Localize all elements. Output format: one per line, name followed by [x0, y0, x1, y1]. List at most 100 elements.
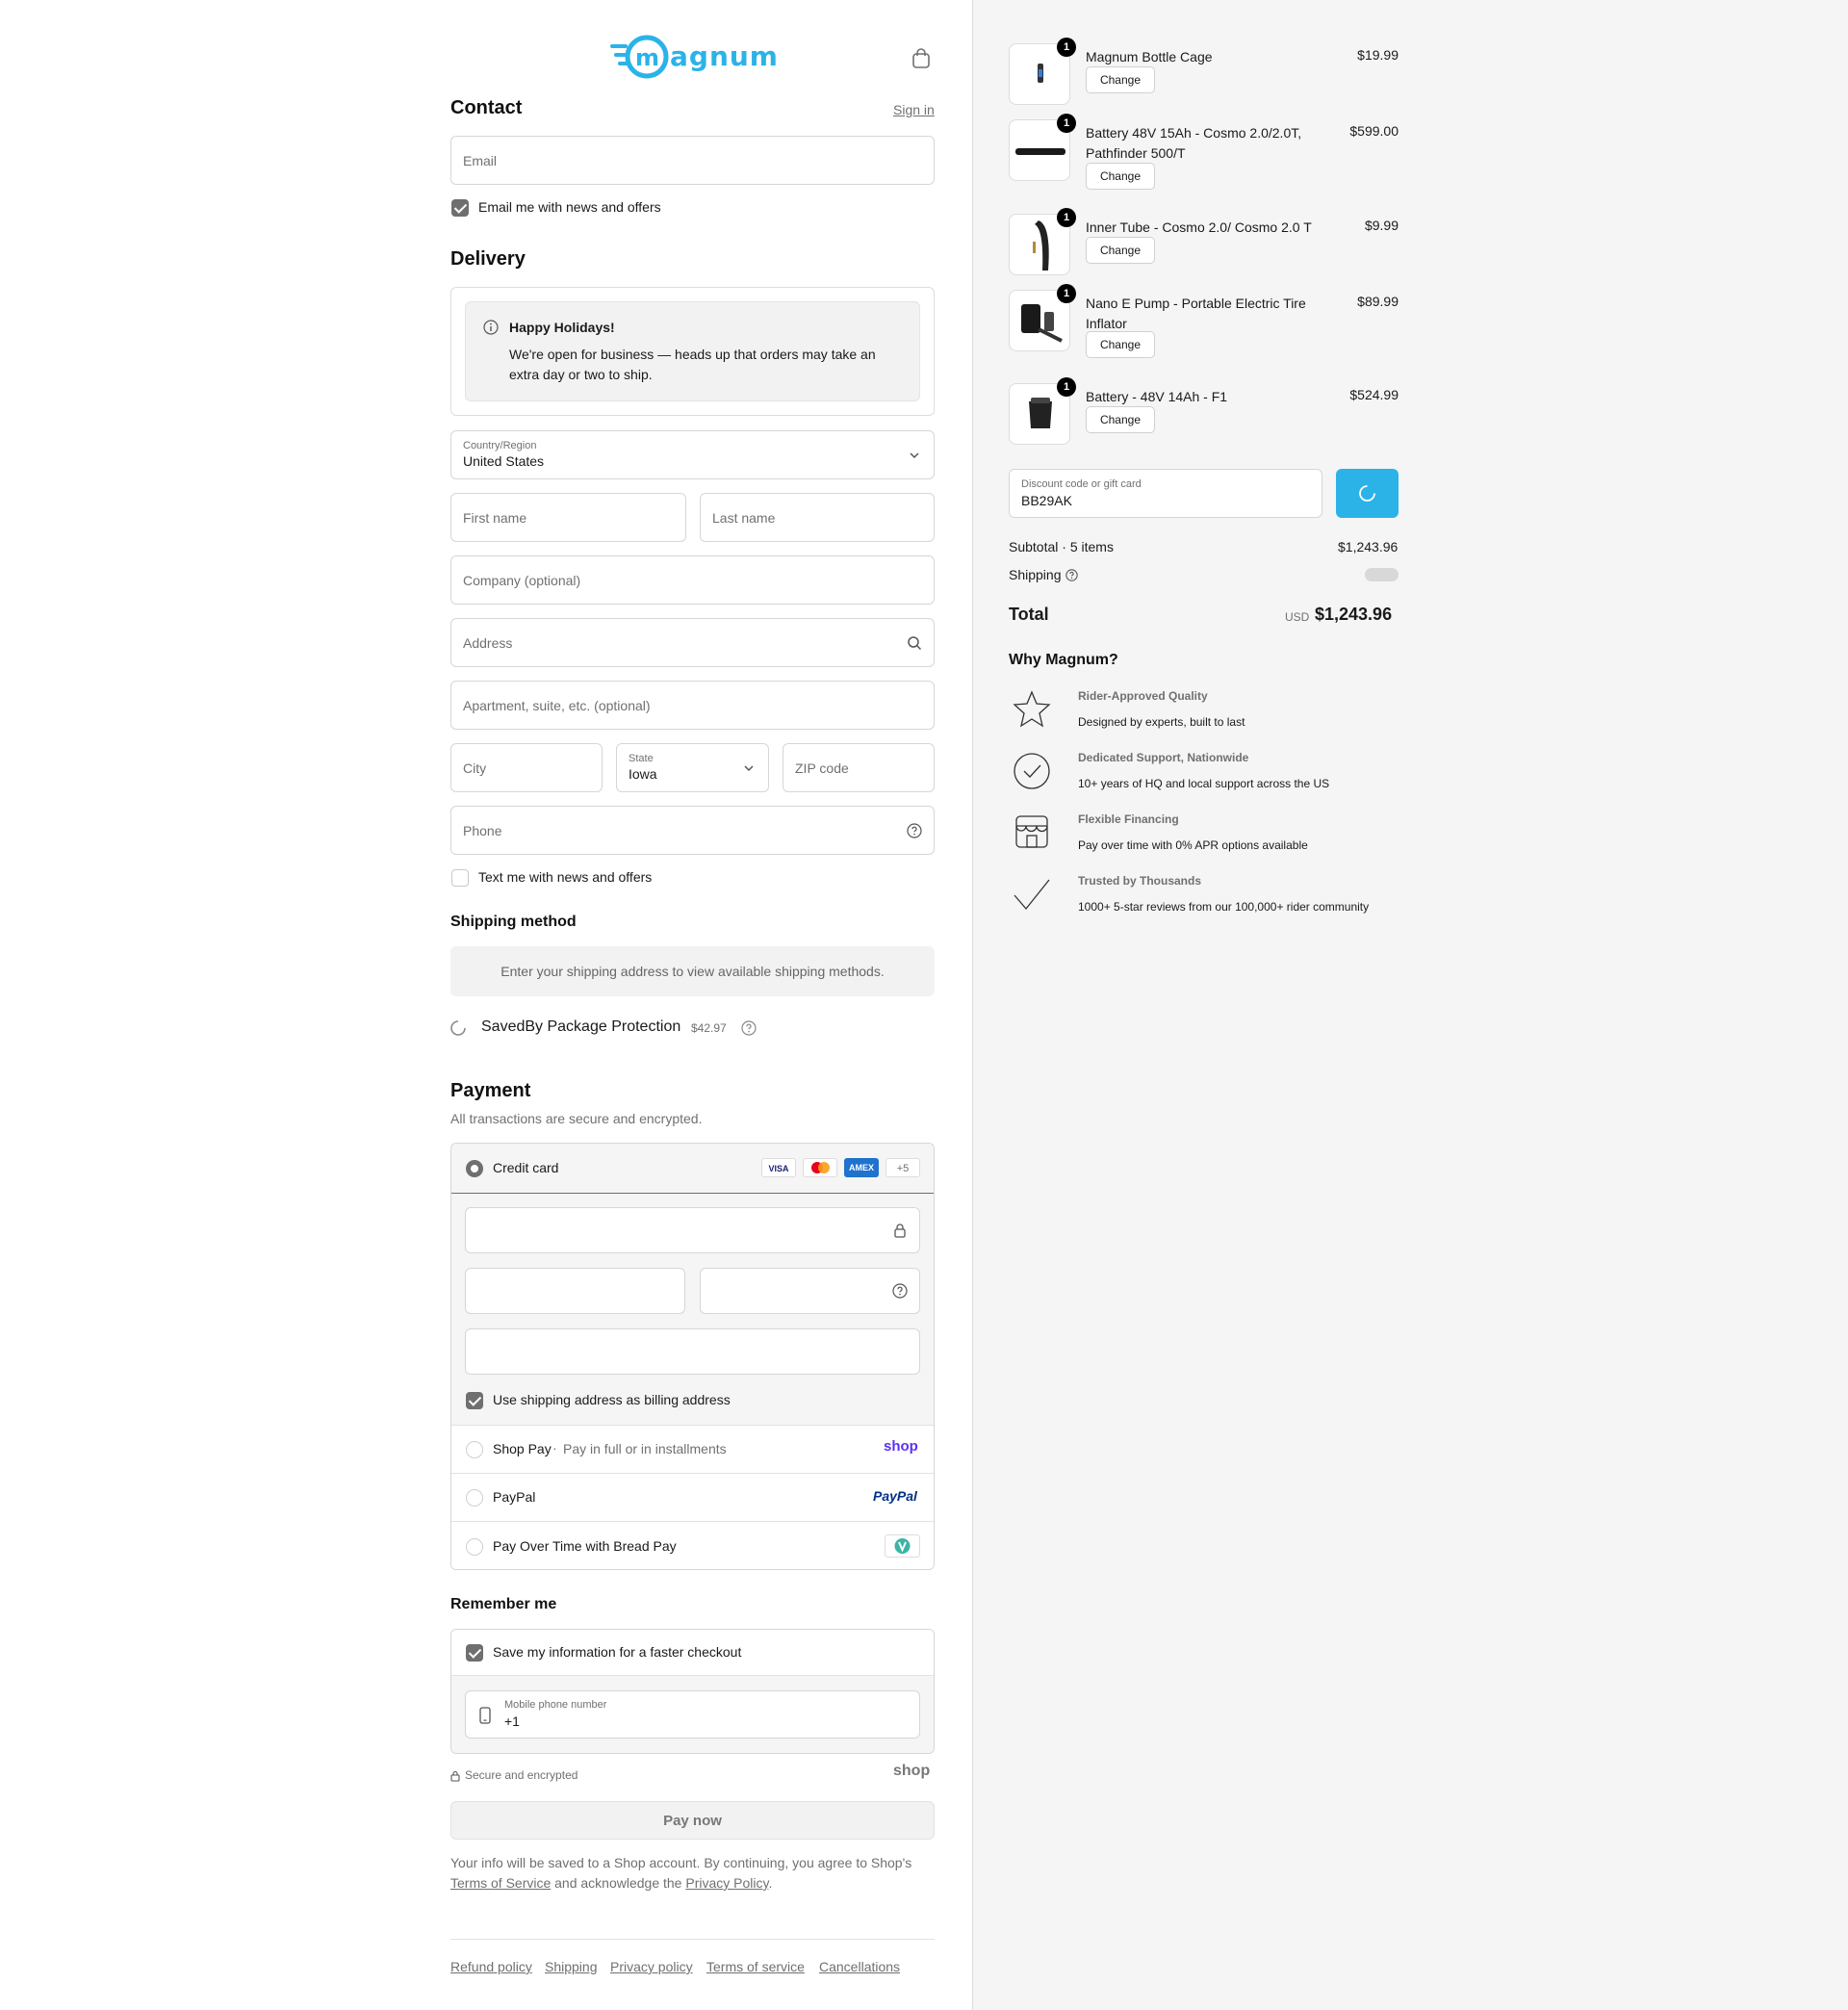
- help-icon[interactable]: [907, 822, 922, 838]
- privacy-policy-footer-link[interactable]: Privacy policy: [610, 1959, 693, 1974]
- save-info-label: Save my information for a faster checkou…: [493, 1644, 742, 1660]
- billing-address-checkbox[interactable]: [466, 1392, 483, 1409]
- mastercard-icon: [803, 1158, 837, 1177]
- text-news-checkbox[interactable]: [451, 869, 469, 887]
- credit-card-option[interactable]: Credit card VISA AMEX +5: [451, 1144, 934, 1194]
- cart-bag-icon[interactable]: [911, 48, 931, 69]
- check-icon: [1014, 879, 1050, 911]
- change-button[interactable]: Change: [1086, 163, 1155, 190]
- change-button[interactable]: Change: [1086, 406, 1155, 433]
- magnum-logo[interactable]: m agnum: [610, 33, 778, 83]
- refund-policy-link[interactable]: Refund policy: [450, 1959, 532, 1974]
- shop-pay-subtitle: Pay in full or in installments: [563, 1441, 727, 1456]
- help-icon[interactable]: [892, 1283, 908, 1299]
- apartment-field[interactable]: Apartment, suite, etc. (optional): [450, 681, 935, 730]
- quantity-badge: 1: [1057, 208, 1076, 227]
- mobile-phone-value: +1: [504, 1714, 520, 1729]
- credit-card-radio[interactable]: [466, 1160, 483, 1177]
- text-news-label: Text me with news and offers: [478, 869, 653, 885]
- apply-discount-button[interactable]: [1336, 469, 1399, 518]
- sign-in-link[interactable]: Sign in: [893, 102, 935, 117]
- svg-text:m: m: [635, 44, 659, 71]
- pay-now-button[interactable]: Pay now: [450, 1801, 935, 1840]
- change-button[interactable]: Change: [1086, 237, 1155, 264]
- zip-field[interactable]: ZIP code: [783, 743, 935, 792]
- first-name-field[interactable]: First name: [450, 493, 686, 542]
- help-icon[interactable]: [741, 1020, 757, 1036]
- shipping-link[interactable]: Shipping: [545, 1959, 598, 1974]
- quantity-badge: 1: [1057, 377, 1076, 397]
- terms-of-service-footer-link[interactable]: Terms of service: [706, 1959, 805, 1974]
- cart-item: 1 Battery 48V 15Ah - Cosmo 2.0/2.0T, Pat…: [1009, 114, 1399, 190]
- shop-logo: shop: [893, 1763, 931, 1779]
- name-on-card-field[interactable]: [465, 1328, 920, 1375]
- mobile-phone-field[interactable]: Mobile phone number +1: [465, 1690, 920, 1739]
- notice-line-1: We're open for business — heads up that …: [509, 347, 876, 362]
- svg-text:agnum: agnum: [670, 40, 778, 72]
- discount-code-field[interactable]: Discount code or gift card BB29AK: [1009, 469, 1322, 518]
- shipping-loading-placeholder: [1365, 568, 1399, 581]
- expiration-field[interactable]: [465, 1268, 685, 1314]
- footer-links: Refund policy Shipping Privacy policy Te…: [450, 1939, 935, 1974]
- secure-encrypted-text: Secure and encrypted: [465, 1768, 578, 1782]
- bread-pay-label: Pay Over Time with Bread Pay: [493, 1538, 677, 1554]
- store-icon: [1015, 815, 1048, 848]
- last-name-field[interactable]: Last name: [700, 493, 935, 542]
- item-price: $9.99: [1364, 218, 1399, 233]
- why-item: Flexible Financing Pay over time with 0%…: [1009, 812, 1399, 857]
- address-field[interactable]: Address: [450, 618, 935, 667]
- change-button[interactable]: Change: [1086, 331, 1155, 358]
- lock-icon: [894, 1224, 906, 1238]
- phone-placeholder: Phone: [463, 822, 502, 838]
- privacy-policy-link[interactable]: Privacy Policy: [685, 1875, 768, 1891]
- apartment-placeholder: Apartment, suite, etc. (optional): [463, 697, 651, 713]
- cart-item: 1 Magnum Bottle Cage $19.99 Change: [1009, 38, 1399, 105]
- remember-me-box: Save my information for a faster checkou…: [450, 1629, 935, 1754]
- email-field[interactable]: Email: [450, 136, 935, 185]
- state-select[interactable]: State Iowa: [616, 743, 769, 792]
- why-item: Dedicated Support, Nationwide 10+ years …: [1009, 751, 1399, 795]
- legal-end: .: [768, 1875, 773, 1891]
- bread-pay-radio[interactable]: [466, 1538, 483, 1556]
- card-number-field[interactable]: [465, 1207, 920, 1253]
- terms-of-service-link[interactable]: Terms of Service: [450, 1875, 551, 1891]
- phone-field[interactable]: Phone: [450, 806, 935, 855]
- state-value: Iowa: [629, 766, 657, 782]
- more-cards-badge: +5: [886, 1158, 920, 1177]
- country-select[interactable]: Country/Region United States: [450, 430, 935, 479]
- discount-label: Discount code or gift card: [1021, 478, 1142, 490]
- why-item-desc: Designed by experts, built to last: [1078, 715, 1245, 729]
- email-news-label: Email me with news and offers: [478, 199, 661, 215]
- change-button[interactable]: Change: [1086, 66, 1155, 93]
- email-news-checkbox[interactable]: [451, 199, 469, 217]
- country-value: United States: [463, 453, 545, 469]
- shipping-method-message: Enter your shipping address to view avai…: [450, 946, 935, 996]
- why-item: Trusted by Thousands 1000+ 5-star review…: [1009, 874, 1399, 918]
- state-label: State: [629, 753, 654, 764]
- cancellations-link[interactable]: Cancellations: [819, 1959, 900, 1974]
- country-label: Country/Region: [463, 440, 537, 451]
- mobile-phone-label: Mobile phone number: [504, 1699, 607, 1711]
- why-item-title: Rider-Approved Quality: [1078, 689, 1208, 703]
- item-price: $19.99: [1357, 47, 1399, 63]
- city-field[interactable]: City: [450, 743, 603, 792]
- security-code-field[interactable]: [700, 1268, 920, 1314]
- bread-pay-option[interactable]: Pay Over Time with Bread Pay: [451, 1521, 934, 1569]
- save-info-checkbox[interactable]: [466, 1644, 483, 1662]
- city-placeholder: City: [463, 760, 487, 776]
- paypal-option[interactable]: PayPal PayPal: [451, 1473, 934, 1521]
- credit-card-label: Credit card: [493, 1160, 559, 1175]
- mobile-phone-icon: [479, 1707, 491, 1724]
- card-fields-area: Use shipping address as billing address: [451, 1194, 934, 1425]
- first-name-placeholder: First name: [463, 509, 527, 526]
- package-protection-label: SavedBy Package Protection: [481, 1018, 681, 1035]
- company-field[interactable]: Company (optional): [450, 555, 935, 605]
- subtotal-value: $1,243.96: [1338, 539, 1399, 554]
- shop-pay-radio[interactable]: [466, 1441, 483, 1458]
- legal-and: and acknowledge the: [551, 1875, 686, 1891]
- item-name: Battery 48V 15Ah - Cosmo 2.0/2.0T, Pathf…: [1086, 125, 1302, 161]
- help-icon[interactable]: [1065, 569, 1078, 581]
- contact-heading: Contact: [450, 97, 523, 118]
- shop-pay-option[interactable]: Shop Pay · Pay in full or in installment…: [451, 1425, 934, 1473]
- paypal-radio[interactable]: [466, 1489, 483, 1507]
